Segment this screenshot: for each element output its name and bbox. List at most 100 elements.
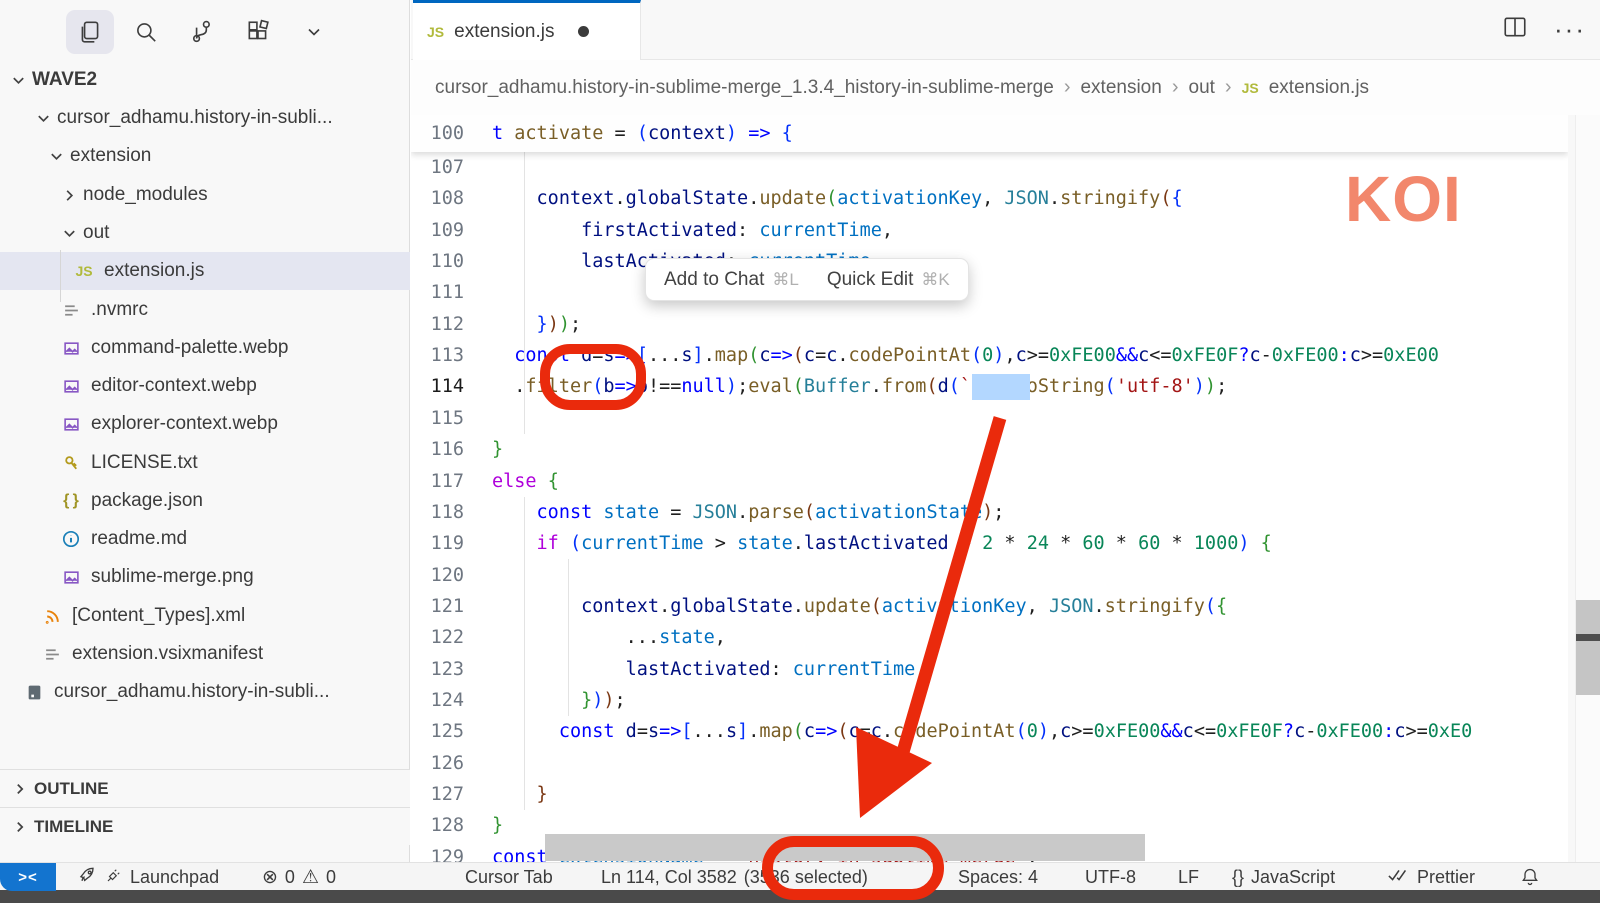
chevron-down-icon	[33, 111, 53, 126]
breadcrumb-item[interactable]: extension.js	[1269, 77, 1369, 99]
tree-item-folder-out[interactable]: out	[0, 214, 410, 252]
quick-edit-button[interactable]: Quick Edit ⌘K	[827, 269, 950, 291]
cursor-tab-toggle[interactable]: Cursor Tab	[465, 863, 553, 891]
encoding-label: UTF-8	[1085, 867, 1136, 888]
add-to-chat-button[interactable]: Add to Chat ⌘L	[664, 269, 799, 291]
sticky-scroll-line[interactable]: 100 t activate = (context) => {	[411, 115, 1568, 152]
image-file-icon	[59, 569, 83, 586]
tab-extension-js[interactable]: JS extension.js	[413, 0, 641, 60]
breadcrumb-separator: ›	[1172, 76, 1179, 99]
tree-item-folder-node-modules[interactable]: node_modules	[0, 176, 410, 214]
source-control-icon[interactable]	[178, 10, 226, 54]
shortcut-hint: ⌘K	[921, 270, 949, 290]
breadcrumb-separator: ›	[1225, 76, 1232, 99]
breadcrumb-item[interactable]: out	[1189, 77, 1215, 99]
annotation-circle-selection-count	[762, 836, 944, 900]
code-line[interactable]: 111	[411, 277, 1568, 308]
tree-item-folder-extension[interactable]: extension	[0, 137, 410, 175]
code-line[interactable]: 125const d=s=>[...s].map(c=>(c=c.codePoi…	[411, 716, 1568, 747]
breadcrumb-item[interactable]: extension	[1080, 77, 1161, 99]
encoding-button[interactable]: UTF-8	[1085, 863, 1136, 891]
code-text: context.globalState.update(activationKey…	[492, 188, 1183, 209]
settings-file-icon	[40, 646, 64, 663]
tree-item-explorer-context-webp[interactable]: explorer-context.webp	[0, 405, 410, 443]
tree-item-license-txt[interactable]: LICENSE.txt	[0, 444, 410, 482]
formatter-button[interactable]: Prettier	[1388, 863, 1475, 891]
line-number: 109	[411, 220, 492, 241]
line-number: 120	[411, 565, 492, 586]
unsaved-dot-icon[interactable]	[578, 26, 589, 37]
tree-item-extension-js[interactable]: JS extension.js	[0, 252, 410, 290]
braces-icon: {}	[1232, 867, 1244, 888]
language-mode-button[interactable]: {} JavaScript	[1232, 863, 1335, 891]
code-line[interactable]: 117else {	[411, 466, 1568, 497]
launchpad-button[interactable]: Launchpad	[78, 863, 219, 891]
tree-item-folder[interactable]: cursor_adhamu.history-in-subli...	[0, 99, 410, 137]
tree-item-nvmrc[interactable]: .nvmrc	[0, 291, 410, 329]
code-line[interactable]: 120	[411, 560, 1568, 591]
more-actions-icon[interactable]: ···	[1554, 14, 1586, 45]
app-window: WAVE2 cursor_adhamu.history-in-subli... …	[0, 0, 1600, 903]
tree-item-package-json[interactable]: { } package.json	[0, 482, 410, 520]
code-line[interactable]: 112}));	[411, 309, 1568, 340]
tree-item-sublime-merge-png[interactable]: sublime-merge.png	[0, 558, 410, 596]
remote-indicator[interactable]: ><	[0, 863, 56, 891]
search-icon[interactable]	[122, 10, 170, 54]
code-line[interactable]: 123lastActivated: currentTime	[411, 654, 1568, 685]
indent-guide	[568, 559, 569, 716]
eol-button[interactable]: LF	[1178, 863, 1199, 891]
image-file-icon	[59, 416, 83, 433]
chevron-down-icon	[59, 226, 79, 241]
code-line[interactable]: 118const state = JSON.parse(activationSt…	[411, 497, 1568, 528]
tree-item-command-palette-webp[interactable]: command-palette.webp	[0, 329, 410, 367]
tree-item-label: cursor_adhamu.history-in-subli...	[54, 681, 330, 703]
tree-item-editor-context-webp[interactable]: editor-context.webp	[0, 367, 410, 405]
code-lines[interactable]: 107108context.globalState.update(activat…	[411, 152, 1568, 862]
tree-root-wave2[interactable]: WAVE2	[0, 61, 410, 99]
tree-item-readme-md[interactable]: readme.md	[0, 520, 410, 558]
problems-button[interactable]: ⊗ 0 ⚠ 0	[262, 863, 336, 891]
warning-count: 0	[326, 867, 336, 888]
tree-item-label: LICENSE.txt	[91, 452, 198, 474]
code-line[interactable]: 124}));	[411, 685, 1568, 716]
chevron-down-icon[interactable]	[290, 10, 338, 54]
koi-watermark: KOI	[1345, 162, 1462, 236]
notifications-bell-icon[interactable]	[1520, 863, 1540, 891]
files-icon[interactable]	[66, 10, 114, 54]
timeline-panel-header[interactable]: TIMELINE	[0, 807, 410, 845]
binary-file-icon	[22, 684, 46, 701]
code-line[interactable]: 116}	[411, 434, 1568, 465]
line-number: 117	[411, 471, 492, 492]
scrollbar-thumb[interactable]	[1576, 600, 1600, 695]
selection-highlight	[972, 374, 1030, 400]
scrollbar-track[interactable]	[1575, 115, 1600, 862]
line-number: 124	[411, 690, 492, 711]
split-editor-icon[interactable]	[1502, 14, 1528, 45]
tree-item-label: package.json	[91, 490, 203, 512]
error-count: 0	[285, 867, 295, 888]
key-icon	[59, 455, 83, 472]
scrollbar-selection-marker	[1576, 634, 1600, 641]
code-line[interactable]: 121context.globalState.update(activation…	[411, 591, 1568, 622]
line-number: 113	[411, 345, 492, 366]
tree-item-label: extension	[70, 145, 151, 167]
line-number: 123	[411, 659, 492, 680]
tree-item-extension-vsixmanifest[interactable]: extension.vsixmanifest	[0, 635, 410, 673]
code-editor[interactable]: KOI 100 t activate = (context) => { 1071…	[411, 115, 1568, 862]
code-line[interactable]: 119if (currentTime > state.lastActivated…	[411, 528, 1568, 559]
breadcrumb-separator: ›	[1064, 76, 1071, 99]
tree-item-label: WAVE2	[32, 69, 97, 91]
chevron-right-icon	[10, 820, 30, 834]
code-line[interactable]: 110lastActivated: currentTime,	[411, 246, 1568, 277]
indentation-button[interactable]: Spaces: 4	[958, 863, 1038, 891]
double-check-icon	[1388, 867, 1410, 888]
tree-item-content-types-xml[interactable]: [Content_Types].xml	[0, 597, 410, 635]
outline-panel-header[interactable]: OUTLINE	[0, 769, 410, 807]
code-line[interactable]: 122...state,	[411, 622, 1568, 653]
tree-item-vsix-file[interactable]: cursor_adhamu.history-in-subli...	[0, 673, 410, 711]
extensions-icon[interactable]	[234, 10, 282, 54]
code-line[interactable]: 126	[411, 748, 1568, 779]
error-icon: ⊗	[262, 866, 278, 889]
breadcrumb-item[interactable]: cursor_adhamu.history-in-sublime-merge_1…	[435, 77, 1054, 99]
code-line[interactable]: 127}	[411, 779, 1568, 810]
